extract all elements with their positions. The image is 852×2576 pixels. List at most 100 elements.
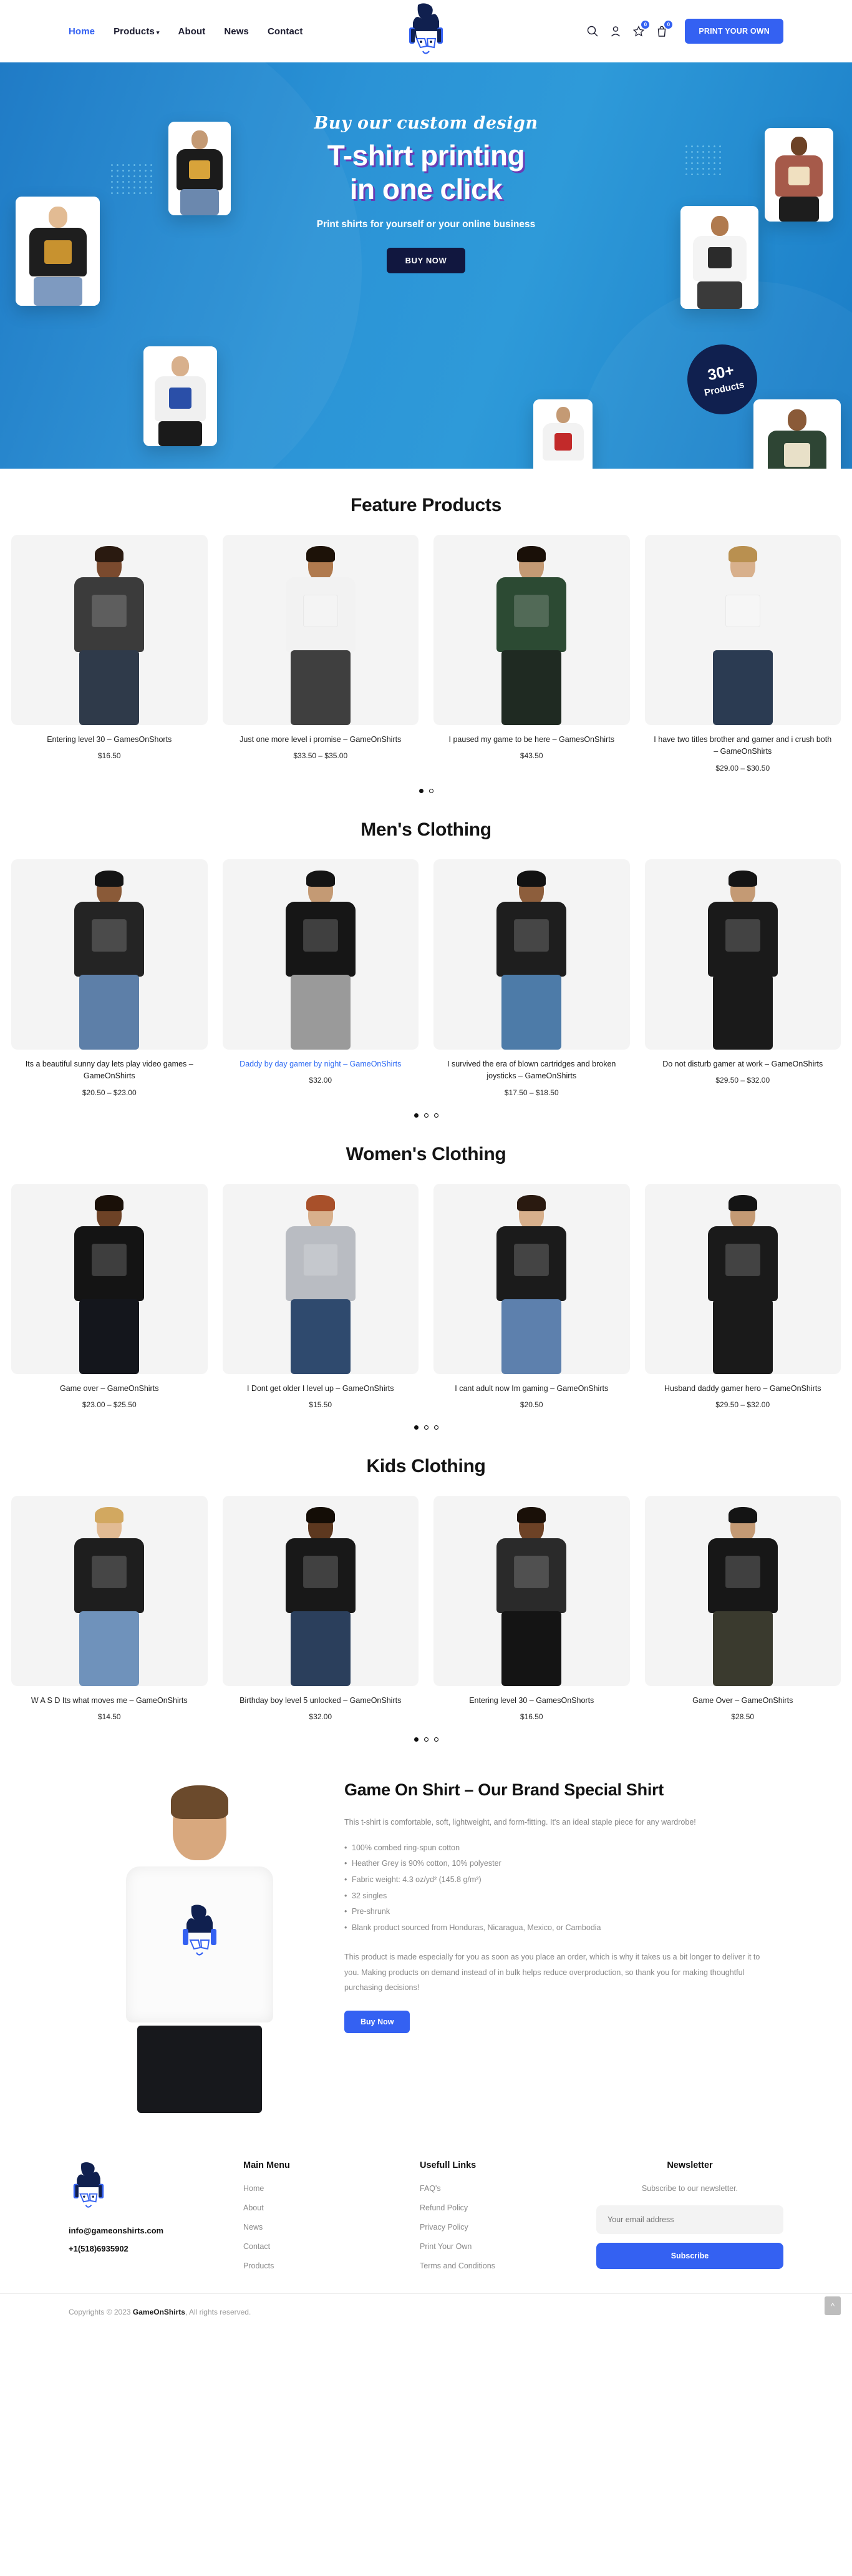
product-card[interactable]: Game Over – GameOnShirts $28.50 (644, 1495, 841, 1721)
product-title[interactable]: I paused my game to be here – GamesOnShi… (433, 734, 630, 746)
product-image[interactable] (433, 1495, 630, 1686)
carousel-dot[interactable] (433, 1425, 438, 1430)
product-section: Feature Products Entering level 30 – Game… (0, 469, 852, 793)
product-image[interactable] (222, 1183, 419, 1374)
product-image[interactable] (11, 535, 208, 725)
carousel-dot[interactable] (414, 1737, 419, 1742)
footer-link[interactable]: Terms and Conditions (420, 2261, 571, 2270)
product-card[interactable]: Entering level 30 – GamesOnShorts $16.50 (11, 535, 208, 773)
hero-product-card-4[interactable] (533, 399, 593, 469)
product-title[interactable]: Husband daddy gamer hero – GameOnShirts (645, 1383, 841, 1395)
hero-product-card-5[interactable] (765, 128, 833, 222)
nav-item-products[interactable]: Products ▾ (114, 26, 159, 37)
nav-item-home[interactable]: Home (69, 26, 95, 37)
nav-item-about[interactable]: About (178, 26, 206, 37)
hero-product-card-3[interactable] (143, 346, 217, 446)
product-title[interactable]: I Dont get older I level up – GameOnShir… (223, 1383, 419, 1395)
product-title[interactable]: Daddy by day gamer by night – GameOnShir… (223, 1058, 419, 1070)
search-icon[interactable] (586, 25, 599, 37)
carousel-dot[interactable] (433, 1113, 438, 1118)
footer-email[interactable]: info@gameonshirts.com (69, 2226, 218, 2235)
newsletter-email-input[interactable] (596, 2205, 783, 2235)
carousel-dot[interactable] (414, 1425, 419, 1430)
nav-item-contact[interactable]: Contact (268, 26, 303, 37)
carousel-dot[interactable] (419, 788, 424, 793)
nav-item-news[interactable]: News (224, 26, 249, 37)
product-card[interactable]: Daddy by day gamer by night – GameOnShir… (222, 859, 419, 1097)
footer-link[interactable]: FAQ's (420, 2184, 571, 2193)
brand-special-section: Game On Shirt – Our Brand Special Shirt … (0, 1742, 852, 2142)
product-title[interactable]: Entering level 30 – GamesOnShorts (433, 1695, 630, 1707)
product-title[interactable]: Just one more level i promise – GameOnSh… (223, 734, 419, 746)
carousel-dot[interactable] (424, 1425, 428, 1430)
cart-icon[interactable]: 0 (656, 21, 673, 37)
product-image[interactable] (11, 859, 208, 1050)
product-image[interactable] (222, 1495, 419, 1686)
product-image[interactable] (433, 1183, 630, 1374)
product-image[interactable] (11, 1495, 208, 1686)
footer-link[interactable]: News (243, 2223, 395, 2232)
brand-special-outro: This product is made especially for you … (344, 1953, 760, 1993)
product-card[interactable]: I Dont get older I level up – GameOnShir… (222, 1183, 419, 1409)
hero-product-card-1[interactable] (168, 122, 231, 215)
site-logo[interactable] (404, 1, 448, 64)
product-image[interactable] (644, 1183, 841, 1374)
product-title[interactable]: Do not disturb gamer at work – GameOnShi… (645, 1058, 841, 1070)
brand-buy-now-button[interactable]: Buy Now (344, 2010, 410, 2033)
product-card[interactable]: Husband daddy gamer hero – GameOnShirts $… (644, 1183, 841, 1409)
product-card[interactable]: Entering level 30 – GamesOnShorts $16.50 (433, 1495, 630, 1721)
user-icon[interactable] (609, 25, 622, 37)
product-image[interactable] (433, 859, 630, 1050)
product-price: $17.50 – $18.50 (504, 1088, 559, 1097)
product-card[interactable]: Its a beautiful sunny day lets play vide… (11, 859, 208, 1097)
footer-logo-icon[interactable] (69, 2160, 109, 2214)
product-card[interactable]: W A S D Its what moves me – GameOnShirts… (11, 1495, 208, 1721)
product-image[interactable] (433, 535, 630, 725)
footer-phone[interactable]: +1(518)6935902 (69, 2244, 218, 2253)
newsletter-subscribe-button[interactable]: Subscribe (596, 2243, 783, 2270)
carousel-dot[interactable] (424, 1113, 428, 1118)
product-card[interactable]: Just one more level i promise – GameOnSh… (222, 535, 419, 773)
product-card[interactable]: I paused my game to be here – GamesOnShi… (433, 535, 630, 773)
carousel-dot[interactable] (433, 1737, 438, 1742)
product-title[interactable]: Birthday boy level 5 unlocked – GameOnSh… (223, 1695, 419, 1707)
product-card[interactable]: Game over – GameOnShirts $23.00 – $25.50 (11, 1183, 208, 1409)
product-image[interactable] (644, 535, 841, 725)
footer-link[interactable]: About (243, 2203, 395, 2212)
product-image[interactable] (644, 1495, 841, 1686)
product-title[interactable]: Its a beautiful sunny day lets play vide… (11, 1058, 208, 1083)
product-image[interactable] (644, 859, 841, 1050)
footer-link[interactable]: Home (243, 2184, 395, 2193)
product-card[interactable]: Do not disturb gamer at work – GameOnShi… (644, 859, 841, 1097)
product-title[interactable]: Game over – GameOnShirts (11, 1383, 208, 1395)
product-image[interactable] (222, 535, 419, 725)
footer-link[interactable]: Products (243, 2261, 395, 2270)
hero-product-card-6[interactable] (680, 206, 758, 309)
product-title[interactable]: Entering level 30 – GamesOnShorts (11, 734, 208, 746)
product-card[interactable]: I have two titles brother and gamer and … (644, 535, 841, 773)
product-title[interactable]: I cant adult now Im gaming – GameOnShirt… (433, 1383, 630, 1395)
hero-buy-now-button[interactable]: BUY NOW (386, 247, 466, 273)
footer-link[interactable]: Contact (243, 2242, 395, 2251)
product-card[interactable]: I cant adult now Im gaming – GameOnShirt… (433, 1183, 630, 1409)
carousel-dot[interactable] (414, 1113, 419, 1118)
wishlist-icon[interactable]: 0 (632, 21, 650, 37)
hero-product-card-7[interactable] (753, 399, 841, 469)
carousel-dot[interactable] (428, 788, 433, 793)
footer-link[interactable]: Print Your Own (420, 2242, 571, 2251)
carousel-dot[interactable] (424, 1737, 428, 1742)
product-card[interactable]: Birthday boy level 5 unlocked – GameOnSh… (222, 1495, 419, 1721)
product-title[interactable]: W A S D Its what moves me – GameOnShirts (11, 1695, 208, 1707)
print-your-own-button[interactable]: PRINT YOUR OWN (685, 19, 783, 44)
product-title[interactable]: I have two titles brother and gamer and … (645, 734, 841, 758)
product-image[interactable] (11, 1183, 208, 1374)
product-title[interactable]: Game Over – GameOnShirts (645, 1695, 841, 1707)
product-title[interactable]: I survived the era of blown cartridges a… (433, 1058, 630, 1083)
footer-link[interactable]: Privacy Policy (420, 2223, 571, 2232)
footer-link[interactable]: Refund Policy (420, 2203, 571, 2212)
product-card[interactable]: I survived the era of blown cartridges a… (433, 859, 630, 1097)
product-price: $23.00 – $25.50 (82, 1400, 137, 1409)
product-image[interactable] (222, 859, 419, 1050)
scroll-to-top-button[interactable]: ^ (825, 2296, 841, 2316)
hero-product-card-2[interactable] (16, 197, 100, 306)
